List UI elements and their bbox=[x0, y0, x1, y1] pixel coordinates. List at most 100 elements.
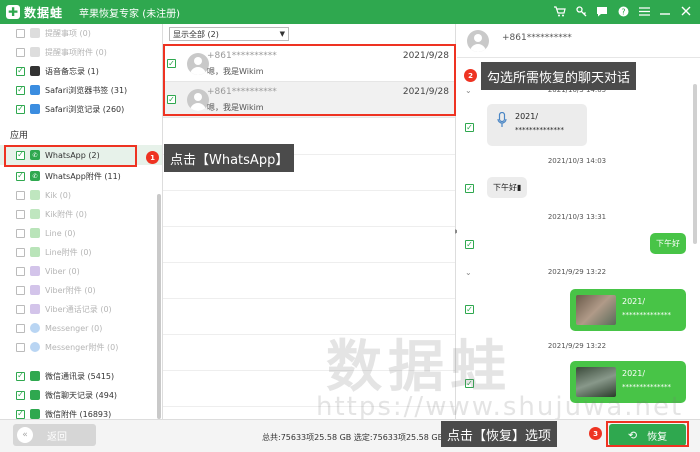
close-icon[interactable] bbox=[680, 4, 692, 18]
sidebar-item-label: Line附件 (0) bbox=[45, 247, 92, 257]
viber-icon bbox=[30, 285, 40, 295]
menu-icon[interactable] bbox=[638, 4, 650, 18]
sidebar-item-label: 微信聊天记录 (494) bbox=[45, 390, 118, 400]
checkbox[interactable] bbox=[16, 342, 25, 352]
highlight-box-whatsapp bbox=[4, 145, 137, 167]
sidebar-item-viber-calls[interactable]: Viber通话记录 (0) bbox=[16, 300, 112, 318]
divider bbox=[163, 190, 455, 191]
sidebar-item-messenger[interactable]: Messenger (0) bbox=[16, 319, 102, 337]
messenger-icon bbox=[30, 342, 40, 352]
double-chevron-left-icon: « bbox=[17, 427, 33, 443]
brand-name: 数据蛙 bbox=[24, 5, 64, 20]
step-number-badge: 2 bbox=[464, 69, 477, 82]
sidebar-item-voice-memos[interactable]: ✓ 语音备忘录 (1) bbox=[16, 62, 99, 80]
back-button[interactable]: « 返回 bbox=[13, 424, 96, 446]
checkbox[interactable] bbox=[16, 323, 25, 333]
message-timestamp: 2021/10/3 13:31 bbox=[547, 213, 607, 221]
sidebar-item-label: Line (0) bbox=[45, 228, 76, 238]
message-checkbox[interactable]: ✓ bbox=[465, 184, 474, 193]
sidebar-item-whatsapp-attachments[interactable]: ✓ ✆ WhatsApp附件 (11) bbox=[16, 167, 121, 185]
message-icon[interactable] bbox=[596, 4, 608, 18]
chevron-down-icon[interactable]: ⌄ bbox=[465, 86, 472, 95]
checkbox[interactable] bbox=[16, 209, 25, 219]
checkbox[interactable]: ✓ bbox=[16, 171, 25, 181]
sidebar-item-label: Messenger (0) bbox=[45, 323, 103, 333]
sidebar-item-label: 语音备忘录 (1) bbox=[45, 66, 99, 76]
checkbox[interactable] bbox=[16, 247, 25, 257]
message-checkbox[interactable]: ✓ bbox=[465, 240, 474, 249]
checkbox[interactable]: ✓ bbox=[16, 85, 25, 95]
image-message-bubble: 2021/ ************** bbox=[570, 289, 686, 331]
checkbox[interactable] bbox=[16, 304, 25, 314]
sidebar-item-wechat-attachments[interactable]: ✓ 微信附件 (16893) bbox=[16, 405, 111, 419]
message-text: 2021/ bbox=[622, 297, 646, 306]
section-title-apps: 应用 bbox=[10, 131, 29, 141]
sidebar-item-viber[interactable]: Viber (0) bbox=[16, 262, 80, 280]
divider bbox=[163, 298, 455, 299]
whatsapp-icon: ✆ bbox=[30, 171, 40, 181]
voice-message-bubble: 2021/ ************** bbox=[487, 104, 587, 146]
microphone-icon bbox=[497, 111, 507, 128]
sidebar-item-safari-bookmarks[interactable]: ✓ Safari浏览器书签 (31) bbox=[16, 81, 127, 99]
message-text: ************** bbox=[622, 311, 671, 319]
sidebar-item-label: Viber通话记录 (0) bbox=[45, 304, 112, 314]
sidebar-item-line[interactable]: Line (0) bbox=[16, 224, 76, 242]
sidebar-item-wechat-contacts[interactable]: ✓ 微信通讯录 (5415) bbox=[16, 367, 114, 385]
reminders-attachment-icon bbox=[30, 47, 40, 57]
checkbox[interactable] bbox=[16, 228, 25, 238]
message-text: 2021/ bbox=[515, 112, 539, 121]
sidebar-item-kik[interactable]: Kik (0) bbox=[16, 186, 71, 204]
message-text: 2021/ bbox=[622, 369, 646, 378]
title-bar: ✚ 数据蛙 苹果恢复专家 (未注册) ? bbox=[0, 0, 700, 24]
sidebar-item-messenger-attachments[interactable]: Messenger附件 (0) bbox=[16, 338, 118, 356]
chevron-down-icon: ▼ bbox=[279, 30, 285, 38]
filter-dropdown[interactable]: 显示全部 (2) ▼ bbox=[169, 27, 289, 41]
key-icon[interactable] bbox=[575, 4, 587, 18]
checkbox[interactable]: ✓ bbox=[16, 390, 25, 400]
sidebar-item-label: 提醒事项附件 (0) bbox=[45, 47, 107, 57]
line-icon bbox=[30, 247, 40, 257]
checkbox[interactable] bbox=[16, 266, 25, 276]
sidebar-item-safari-history[interactable]: ✓ Safari浏览记录 (260) bbox=[16, 100, 124, 118]
checkbox[interactable]: ✓ bbox=[16, 104, 25, 114]
sidebar-item-kik-attachments[interactable]: Kik附件 (0) bbox=[16, 205, 87, 223]
sidebar-item-wechat-chats[interactable]: ✓ 微信聊天记录 (494) bbox=[16, 386, 117, 404]
watermark-url: https://www.shujuwa.net bbox=[316, 392, 684, 422]
divider bbox=[163, 226, 455, 227]
message-checkbox[interactable]: ✓ bbox=[465, 123, 474, 132]
chat-scrollbar[interactable] bbox=[693, 84, 697, 244]
checkbox[interactable] bbox=[16, 28, 25, 38]
instruction-callout: 点击【WhatsApp】 bbox=[164, 144, 295, 172]
sidebar-item-label: Kik附件 (0) bbox=[45, 209, 87, 219]
checkbox[interactable]: ✓ bbox=[16, 66, 25, 76]
sidebar-item-label: WhatsApp附件 (11) bbox=[45, 171, 121, 181]
sidebar-item-reminders[interactable]: 提醒事项 (0) bbox=[16, 24, 91, 42]
checkbox[interactable] bbox=[16, 47, 25, 57]
wechat-icon bbox=[30, 371, 40, 381]
window-title: 苹果恢复专家 (未注册) bbox=[79, 8, 180, 20]
cart-icon[interactable] bbox=[554, 4, 566, 18]
chevron-down-icon[interactable]: ⌄ bbox=[465, 268, 472, 277]
message-timestamp: 2021/9/29 13:22 bbox=[547, 342, 607, 350]
viber-icon bbox=[30, 266, 40, 276]
kik-icon bbox=[30, 190, 40, 200]
checkbox[interactable] bbox=[16, 190, 25, 200]
filter-dropdown-value: 显示全部 (2) bbox=[173, 29, 219, 39]
checkbox[interactable]: ✓ bbox=[16, 409, 25, 419]
checkbox[interactable]: ✓ bbox=[16, 371, 25, 381]
selection-totals: 总共:75633项25.58 GB 选定:75633项25.58 GB bbox=[262, 433, 444, 442]
question-icon[interactable]: ? bbox=[617, 4, 629, 18]
messenger-icon bbox=[30, 323, 40, 333]
sidebar-item-viber-attachments[interactable]: Viber附件 (0) bbox=[16, 281, 96, 299]
minimize-icon[interactable] bbox=[659, 4, 671, 18]
message-checkbox[interactable]: ✓ bbox=[465, 305, 474, 314]
sidebar-item-line-attachments[interactable]: Line附件 (0) bbox=[16, 243, 92, 261]
sidebar-item-reminder-attachments[interactable]: 提醒事项附件 (0) bbox=[16, 43, 107, 61]
line-icon bbox=[30, 228, 40, 238]
sidebar-item-label: 微信附件 (16893) bbox=[45, 409, 112, 419]
sidebar-scrollbar[interactable] bbox=[157, 194, 161, 419]
checkbox[interactable] bbox=[16, 285, 25, 295]
message-text: ************** bbox=[622, 383, 671, 391]
chat-header: +861********** bbox=[457, 24, 700, 58]
safari-icon bbox=[30, 104, 40, 114]
